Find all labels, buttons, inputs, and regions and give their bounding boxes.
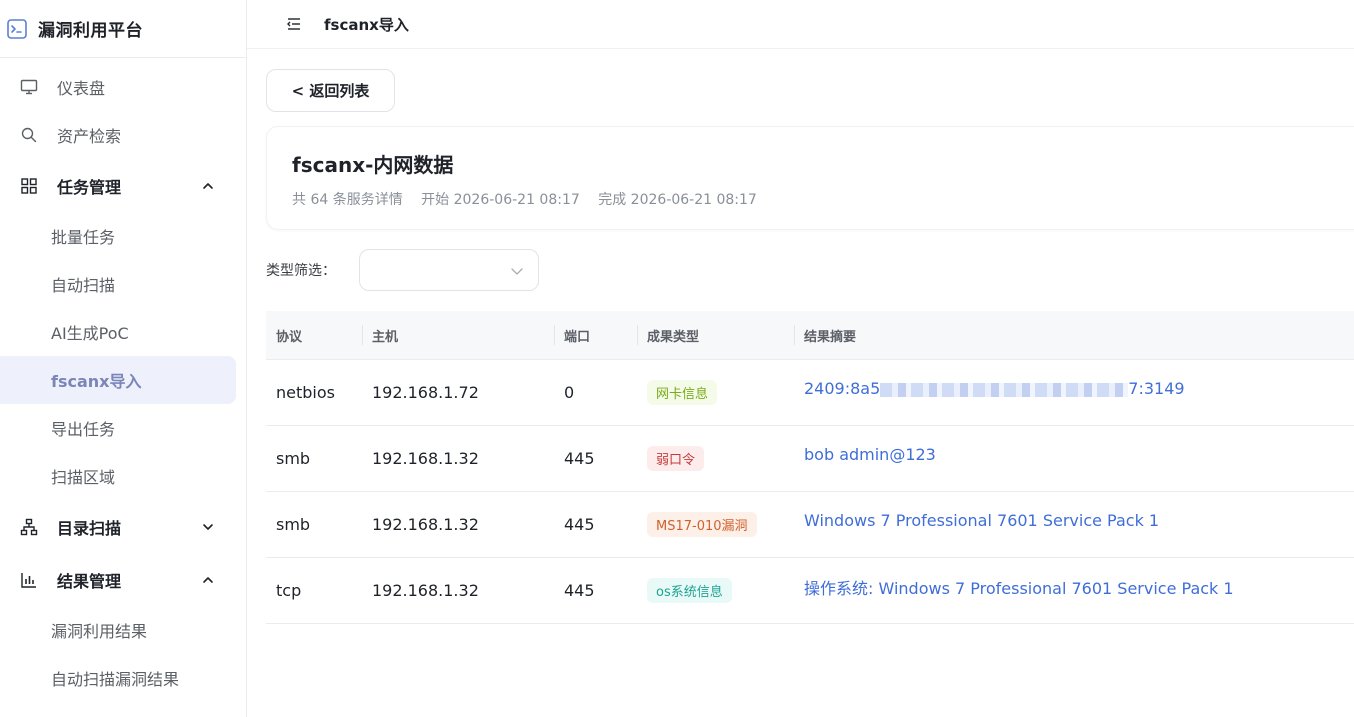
sidebar-group-result-mgmt[interactable]: 结果管理 <box>0 553 246 606</box>
sidebar-menu: 仪表盘 资产检索 任务管理 批量任务 自动扫描 AI生成PoC fscanx导入… <box>0 58 246 702</box>
summary-link[interactable]: bob admin@123 <box>804 445 936 464</box>
type-tag: 弱口令 <box>647 446 705 471</box>
grid-icon <box>20 177 38 195</box>
back-to-list-button[interactable]: < 返回列表 <box>266 69 395 112</box>
sidebar-item-batch-task[interactable]: 批量任务 <box>0 212 246 260</box>
column-header: 成果类型 <box>637 311 794 360</box>
host-cell: 192.168.1.32 <box>372 449 479 468</box>
terminal-icon <box>7 18 27 39</box>
protocol-cell: netbios <box>276 383 335 402</box>
protocol-cell: smb <box>276 449 311 468</box>
summary-link[interactable]: 操作系统: Windows 7 Professional 7601 Servic… <box>804 579 1234 598</box>
summary-cell: 2409:8a5 7:3149 <box>794 379 1354 402</box>
column-header: 端口 <box>554 311 637 360</box>
app-root: 漏洞利用平台 仪表盘 资产检索 任务管理 批量任务 自动扫描 AI生成PoC f… <box>0 0 1354 717</box>
main-content: fscanx导入 < 返回列表 fscanx-内网数据 共 64 条服务详情 开… <box>247 0 1354 717</box>
port-cell: 445 <box>564 449 595 468</box>
sidebar-item-label: 仪表盘 <box>57 79 106 98</box>
type-cell: 网卡信息 <box>637 380 794 405</box>
brand-title: 漏洞利用平台 <box>38 21 143 41</box>
sidebar-group-dir-scan[interactable]: 目录扫描 <box>0 500 246 553</box>
table-row: smb 192.168.1.32 445 弱口令 bob admin@123 <box>266 426 1354 492</box>
port-cell: 0 <box>564 383 575 402</box>
topbar: fscanx导入 <box>247 0 1354 49</box>
sidebar-item-asset-search[interactable]: 资产检索 <box>0 111 246 159</box>
task-title: fscanx-内网数据 <box>292 153 454 177</box>
protocol-cell: tcp <box>276 581 302 600</box>
type-tag: MS17-010漏洞 <box>647 512 757 537</box>
sidebar-group-task-mgmt[interactable]: 任务管理 <box>0 159 246 212</box>
redacted-block <box>880 382 1129 397</box>
host-cell: 192.168.1.72 <box>372 383 479 402</box>
sidebar-group-label: 目录扫描 <box>57 518 122 538</box>
sidebar-item-auto-scan-results[interactable]: 自动扫描漏洞结果 <box>0 654 246 702</box>
table-header: 协议 主机 端口 成果类型 结果摘要 <box>266 311 1354 360</box>
sidebar: 漏洞利用平台 仪表盘 资产检索 任务管理 批量任务 自动扫描 AI生成PoC f… <box>0 0 247 717</box>
sidebar-item-label: 资产检索 <box>57 127 122 146</box>
type-cell: os系统信息 <box>637 578 794 603</box>
table-row: smb 192.168.1.32 445 MS17-010漏洞 Windows … <box>266 492 1354 558</box>
type-cell: MS17-010漏洞 <box>637 512 794 537</box>
table-row: tcp 192.168.1.32 445 os系统信息 操作系统: Window… <box>266 558 1354 624</box>
column-header: 结果摘要 <box>794 311 1354 360</box>
type-cell: 弱口令 <box>637 446 794 471</box>
summary-link[interactable]: Windows 7 Professional 7601 Service Pack… <box>804 511 1159 530</box>
type-filter: 类型筛选： <box>266 249 539 291</box>
summary-cell: 操作系统: Windows 7 Professional 7601 Servic… <box>794 579 1354 603</box>
results-table: 协议 主机 端口 成果类型 结果摘要 netbios 192.168.1.72 … <box>266 311 1354 624</box>
type-tag: os系统信息 <box>647 578 732 603</box>
task-info-card: fscanx-内网数据 共 64 条服务详情 开始 2026-06-21 08:… <box>266 126 1354 230</box>
chevron-up-icon <box>203 576 213 583</box>
start-time: 开始 2026-06-21 08:17 <box>421 192 580 208</box>
sidebar-group-label: 结果管理 <box>57 571 122 591</box>
sitemap-icon <box>20 518 38 536</box>
protocol-cell: smb <box>276 515 311 534</box>
summary-cell: Windows 7 Professional 7601 Service Pack… <box>794 511 1354 534</box>
monitor-icon <box>20 78 38 96</box>
column-header: 协议 <box>276 329 303 345</box>
summary-cell: bob admin@123 <box>794 445 1354 468</box>
bar-chart-icon <box>20 571 38 589</box>
table-row: netbios 192.168.1.72 0 网卡信息 2409:8a5 7:31… <box>266 360 1354 426</box>
sidebar-item-dashboard[interactable]: 仪表盘 <box>0 63 246 111</box>
sidebar-item-scan-area[interactable]: 扫描区域 <box>0 452 246 500</box>
sidebar-item-exploit-results[interactable]: 漏洞利用结果 <box>0 606 246 654</box>
sidebar-group-label: 任务管理 <box>57 177 122 197</box>
column-header: 主机 <box>362 311 554 360</box>
type-filter-select[interactable] <box>359 249 539 291</box>
brand: 漏洞利用平台 <box>0 0 246 58</box>
chevron-up-icon <box>203 182 213 189</box>
finish-time: 完成 2026-06-21 08:17 <box>598 192 757 208</box>
port-cell: 445 <box>564 581 595 600</box>
port-cell: 445 <box>564 515 595 534</box>
sidebar-item-auto-scan[interactable]: 自动扫描 <box>0 260 246 308</box>
sidebar-item-fscanx-import[interactable]: fscanx导入 <box>0 356 236 404</box>
breadcrumb: fscanx导入 <box>324 15 409 34</box>
service-count: 共 64 条服务详情 <box>292 192 403 208</box>
summary-link[interactable]: 2409:8a5 7:3149 <box>804 379 1185 398</box>
host-cell: 192.168.1.32 <box>372 515 479 534</box>
summary-prefix: 2409:8a5 <box>804 379 881 398</box>
search-icon <box>20 126 38 144</box>
summary-suffix: 7:3149 <box>1128 379 1185 398</box>
filter-label: 类型筛选： <box>266 263 336 279</box>
type-tag: 网卡信息 <box>647 380 718 405</box>
sidebar-item-export-task[interactable]: 导出任务 <box>0 404 246 452</box>
chevron-down-icon <box>511 268 523 275</box>
host-cell: 192.168.1.32 <box>372 581 479 600</box>
chevron-down-icon <box>203 523 213 530</box>
menu-fold-icon[interactable] <box>285 15 303 33</box>
sidebar-item-ai-poc[interactable]: AI生成PoC <box>0 308 246 356</box>
task-meta: 共 64 条服务详情 开始 2026-06-21 08:17 完成 2026-0… <box>292 189 771 209</box>
